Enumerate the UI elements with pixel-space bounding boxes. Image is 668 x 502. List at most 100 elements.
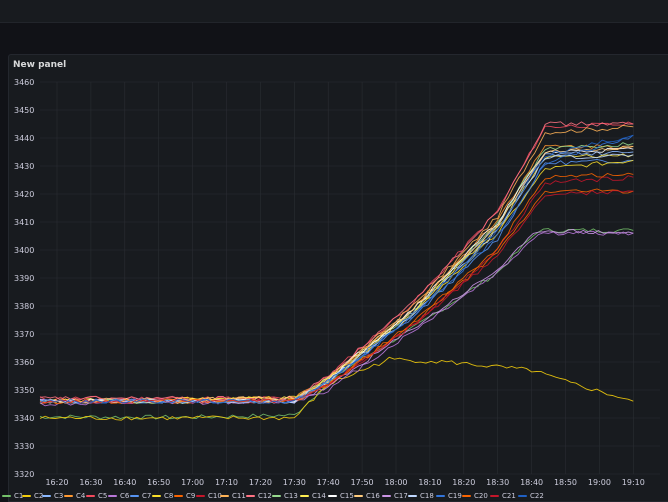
x-tick-label: 17:10 bbox=[215, 478, 238, 487]
legend-label: C3 bbox=[54, 491, 64, 500]
legend-label: C19 bbox=[448, 491, 462, 500]
series-line-c22[interactable] bbox=[39, 134, 634, 404]
legend-item-c1[interactable]: C1 bbox=[2, 491, 23, 500]
x-tick-label: 16:50 bbox=[147, 478, 170, 487]
legend-swatch bbox=[42, 494, 51, 497]
series-line-c7[interactable] bbox=[39, 159, 634, 404]
series-line-c3[interactable] bbox=[39, 150, 634, 404]
series-line-c14[interactable] bbox=[39, 153, 634, 404]
legend-swatch bbox=[328, 494, 337, 497]
legend-item-c11[interactable]: C11 bbox=[220, 491, 246, 500]
legend-swatch bbox=[382, 494, 391, 497]
legend-swatch bbox=[518, 494, 527, 497]
legend-item-c13[interactable]: C13 bbox=[272, 491, 298, 500]
legend-item-c9[interactable]: C9 bbox=[174, 491, 195, 500]
legend-item-c2[interactable]: C2 bbox=[22, 491, 43, 500]
legend-label: C11 bbox=[232, 491, 246, 500]
x-tick-label: 18:40 bbox=[520, 478, 543, 487]
legend-label: C17 bbox=[394, 491, 408, 500]
x-tick-label: 19:10 bbox=[622, 478, 645, 487]
y-tick-label: 3460 bbox=[14, 78, 34, 87]
legend-item-c5[interactable]: C5 bbox=[86, 491, 107, 500]
legend-label: C12 bbox=[258, 491, 272, 500]
y-tick-label: 3410 bbox=[14, 218, 34, 227]
legend-label: C9 bbox=[186, 491, 196, 500]
y-tick-label: 3330 bbox=[14, 442, 34, 451]
y-axis: 3460 3450 3440 3430 3420 3410 3400 3390 3380 3370… bbox=[14, 78, 34, 479]
legend-swatch bbox=[272, 494, 281, 497]
x-tick-label: 18:20 bbox=[452, 478, 475, 487]
chart-legend: C1 C2 C3 C4 C5 C6 C7 C8 C9 C10 C11 C12 C13 C14 C15 C16 C… bbox=[0, 491, 668, 500]
legend-label: C16 bbox=[366, 491, 380, 500]
series-line-c13[interactable] bbox=[39, 142, 634, 404]
y-tick-label: 3370 bbox=[14, 330, 34, 339]
legend-swatch bbox=[354, 494, 363, 497]
legend-swatch bbox=[174, 494, 183, 497]
series-line-c1[interactable] bbox=[39, 228, 634, 420]
legend-swatch bbox=[490, 494, 499, 497]
series-line-c19[interactable] bbox=[39, 134, 634, 404]
x-tick-label: 17:20 bbox=[249, 478, 272, 487]
x-tick-label: 17:40 bbox=[317, 478, 340, 487]
legend-swatch bbox=[462, 494, 471, 497]
y-tick-label: 3350 bbox=[14, 386, 34, 395]
legend-item-c19[interactable]: C19 bbox=[436, 491, 462, 500]
x-tick-label: 18:30 bbox=[486, 478, 509, 487]
legend-item-c6[interactable]: C6 bbox=[108, 491, 129, 500]
legend-item-c4[interactable]: C4 bbox=[64, 491, 85, 500]
legend-item-c17[interactable]: C17 bbox=[382, 491, 408, 500]
legend-item-c21[interactable]: C21 bbox=[490, 491, 516, 500]
y-tick-label: 3360 bbox=[14, 358, 34, 367]
legend-item-c22[interactable]: C22 bbox=[518, 491, 544, 500]
y-tick-label: 3440 bbox=[14, 134, 34, 143]
legend-item-c20[interactable]: C20 bbox=[462, 491, 488, 500]
x-tick-label: 17:30 bbox=[283, 478, 306, 487]
legend-item-c14[interactable]: C14 bbox=[300, 491, 326, 500]
legend-swatch bbox=[130, 494, 139, 497]
legend-item-c7[interactable]: C7 bbox=[130, 491, 151, 500]
legend-item-c3[interactable]: C3 bbox=[42, 491, 63, 500]
legend-label: C22 bbox=[530, 491, 544, 500]
series-line-c4[interactable] bbox=[39, 144, 634, 404]
x-tick-label: 18:00 bbox=[384, 478, 407, 487]
x-tick-label: 16:30 bbox=[79, 478, 102, 487]
x-tick-label: 16:20 bbox=[45, 478, 68, 487]
legend-label: C5 bbox=[98, 491, 108, 500]
legend-item-c15[interactable]: C15 bbox=[328, 491, 354, 500]
legend-item-c16[interactable]: C16 bbox=[354, 491, 380, 500]
x-tick-label: 17:50 bbox=[351, 478, 374, 487]
y-tick-label: 3430 bbox=[14, 162, 34, 171]
series-line-c2[interactable] bbox=[39, 356, 634, 421]
y-tick-label: 3420 bbox=[14, 190, 34, 199]
legend-swatch bbox=[246, 494, 255, 497]
legend-label: C21 bbox=[502, 491, 516, 500]
series-line-c15[interactable] bbox=[40, 147, 634, 404]
legend-label: C13 bbox=[284, 491, 298, 500]
legend-label: C8 bbox=[164, 491, 174, 500]
x-tick-label: 18:50 bbox=[554, 478, 577, 487]
legend-swatch bbox=[300, 494, 309, 497]
legend-label: C14 bbox=[312, 491, 326, 500]
series-line-c11[interactable] bbox=[39, 124, 634, 404]
legend-swatch bbox=[436, 494, 445, 497]
legend-swatch bbox=[196, 494, 205, 497]
y-tick-label: 3380 bbox=[14, 302, 34, 311]
x-tick-label: 18:10 bbox=[418, 478, 441, 487]
x-axis: 16:20 16:30 16:40 16:50 17:00 17:10 17:20 17:30… bbox=[45, 478, 644, 487]
legend-label: C20 bbox=[474, 491, 488, 500]
y-tick-label: 3450 bbox=[14, 106, 34, 115]
legend-item-c10[interactable]: C10 bbox=[196, 491, 222, 500]
legend-swatch bbox=[64, 494, 73, 497]
legend-label: C4 bbox=[76, 491, 86, 500]
legend-swatch bbox=[152, 494, 161, 497]
y-tick-label: 3390 bbox=[14, 274, 34, 283]
line-chart: 3460 3450 3440 3430 3420 3410 3400 3390 3380 3370… bbox=[14, 78, 660, 487]
x-tick-label: 17:00 bbox=[181, 478, 204, 487]
legend-item-c8[interactable]: C8 bbox=[152, 491, 173, 500]
y-tick-label: 3320 bbox=[14, 470, 34, 479]
legend-swatch bbox=[408, 494, 417, 497]
legend-item-c12[interactable]: C12 bbox=[246, 491, 272, 500]
legend-swatch bbox=[108, 494, 117, 497]
chart-series bbox=[39, 121, 634, 421]
legend-item-c18[interactable]: C18 bbox=[408, 491, 434, 500]
